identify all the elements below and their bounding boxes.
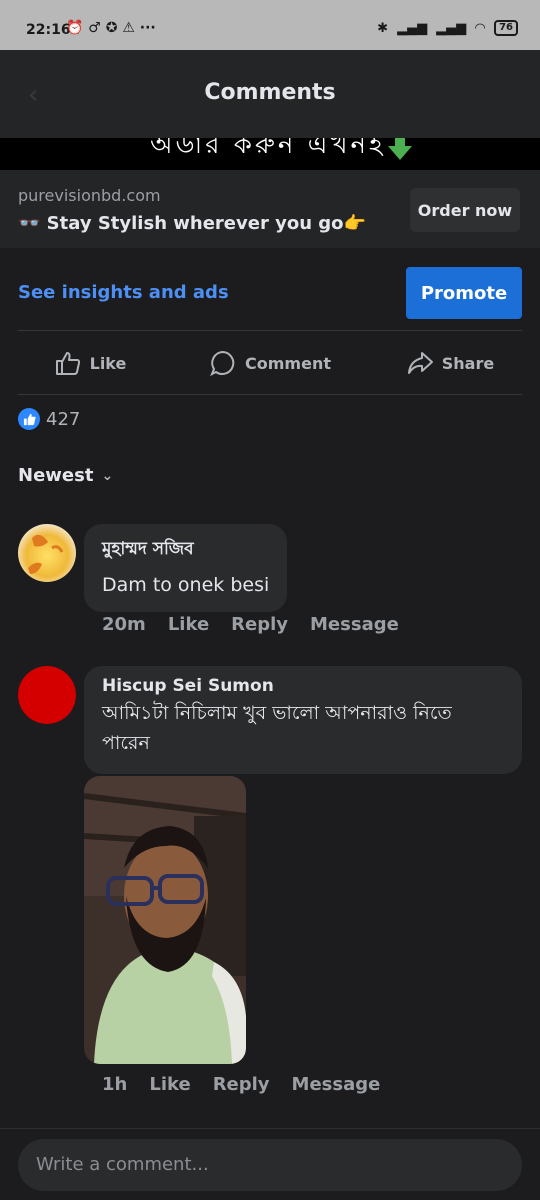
comment-author[interactable]: মুহাম্মদ সজিব [102,536,269,564]
comment-message-button[interactable]: Message [292,1074,381,1095]
promote-button[interactable]: Promote [406,267,522,319]
comment-meta: 1h Like Reply Message [102,1074,380,1095]
comment-bubble-icon [210,350,235,377]
comment-text: Dam to onek besi [102,574,270,596]
order-now-button[interactable]: Order now [410,188,520,232]
comment-like-button[interactable]: Like [168,614,209,635]
like-label: Like [89,353,127,373]
comment-time: 1h [102,1074,128,1095]
signal-icon-2: ▂▄▆ [436,20,467,36]
ad-domain: purevisionbd.com [18,186,161,205]
signal-icon: ▂▄▆ [397,20,428,36]
comment-input-placeholder: Write a comment... [36,1154,209,1175]
comment-label: Comment [245,353,331,373]
thumbs-up-icon [55,352,80,375]
ad-image[interactable]: অর্ডার করুন এখনই [0,138,540,170]
comment-meta: 20m Like Reply Message [102,614,399,635]
comment-bubble[interactable]: Hiscup Sei Sumon আমি১টা নিচিলাম খুব ভালো… [84,666,522,774]
page-title: Comments [204,80,336,105]
comment-sort-dropdown[interactable]: Newest ⌄ [18,465,113,486]
ad-tagline: 👓 Stay Stylish wherever you go👉 [18,213,366,234]
avatar[interactable] [18,666,76,724]
reaction-count: 427 [46,408,81,430]
share-button[interactable]: Share [360,332,540,394]
reaction-summary[interactable]: 427 [18,408,80,430]
system-icons: ✱ ▂▄▆ ▂▄▆ ◠ 76 [377,20,518,36]
comment-time: 20m [102,614,146,635]
avatar[interactable] [18,524,76,582]
status-bar: 22:16 ⏰ ♂ ✪ ⚠ ··· ✱ ▂▄▆ ▂▄▆ ◠ 76 [0,0,540,50]
comment-text: আমি১টা নিচিলাম খুব ভালো আপনারাও নিতে পার… [102,702,452,754]
comment-bubble[interactable]: মুহাম্মদ সজিব Dam to onek besi [84,524,288,612]
divider [18,330,522,331]
like-button[interactable]: Like [0,332,180,394]
see-insights-link[interactable]: See insights and ads [18,282,229,303]
top-bar: ‹ Comments [0,50,540,138]
comment-reply-button[interactable]: Reply [213,1074,270,1095]
ad-image-text: অর্ডার করুন এখনই [150,138,386,160]
bluetooth-icon: ✱ [377,20,389,36]
comment-button[interactable]: Comment [180,332,360,394]
share-label: Share [441,353,495,373]
comment-reply-button[interactable]: Reply [231,614,288,635]
post-actions: Like Comment Share [0,332,540,394]
wifi-icon: ◠ [475,20,486,36]
battery-icon: 76 [494,20,518,36]
comment-message-button[interactable]: Message [310,614,399,635]
comment-photo[interactable] [84,776,246,1064]
notification-icons: ⏰ ♂ ✪ ⚠ ··· [66,20,156,36]
status-time: 22:16 [26,22,71,38]
down-arrow-icon [388,138,412,160]
comment-composer-bar: Write a comment... [0,1128,540,1200]
ad-link-card[interactable]: purevisionbd.com 👓 Stay Stylish wherever… [0,170,540,248]
insights-row: See insights and ads Promote [0,248,540,330]
chevron-down-icon: ⌄ [101,467,114,484]
comment-input[interactable]: Write a comment... [18,1139,522,1191]
share-arrow-icon [407,352,433,374]
like-reaction-icon [18,408,40,430]
divider [18,394,522,395]
sort-label: Newest [18,465,94,486]
comment-like-button[interactable]: Like [149,1074,190,1095]
comment-author[interactable]: Hiscup Sei Sumon [102,676,504,696]
